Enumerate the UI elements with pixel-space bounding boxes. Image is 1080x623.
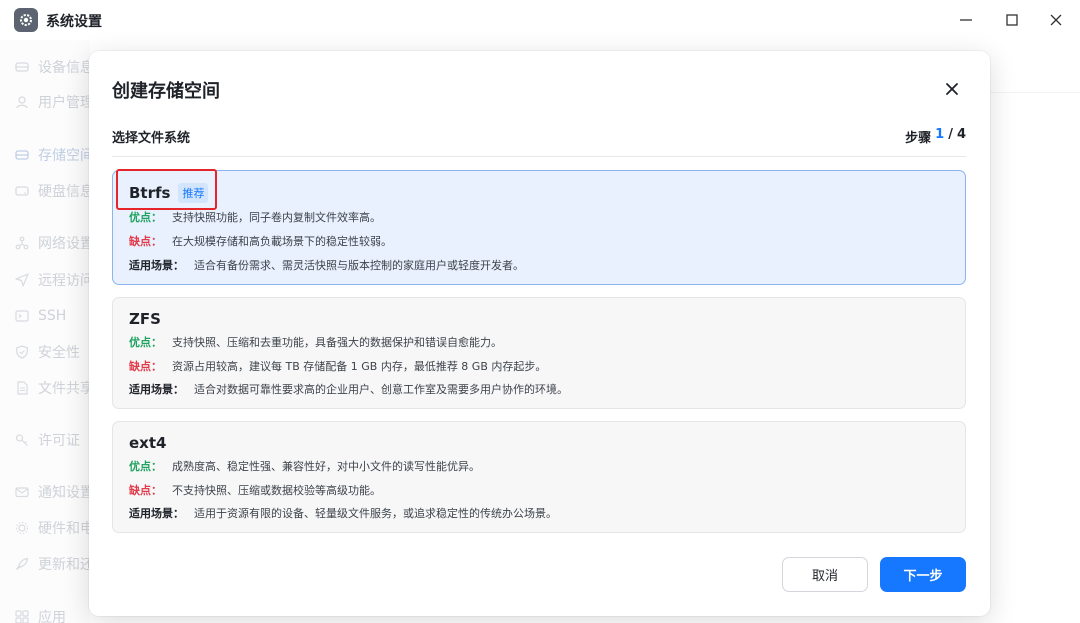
option-use: 适用场景： 适用于资源有限的设备、轻量级文件服务，或追求稳定性的传统办公场景。 <box>129 505 557 521</box>
filesystem-option-btrfs[interactable]: Btrfs 推荐 优点： 支持快照功能，同子卷内复制文件效率高。 缺点： 在大规模存… <box>112 170 966 285</box>
step-separator: / <box>948 127 953 142</box>
divider <box>112 156 966 157</box>
filesystem-option-zfs[interactable]: ZFS 优点： 支持快照、压缩和去重功能，具备强大的数据保护和错误自愈能力。 缺点… <box>112 297 966 409</box>
title-bar: 系统设置 <box>0 0 1080 40</box>
pro-text: 支持快照功能，同子卷内复制文件效率高。 <box>172 211 381 224</box>
use-text: 适合有备份需求、需灵活快照与版本控制的家庭用户或轻度开发者。 <box>194 259 524 272</box>
close-window-button[interactable] <box>1042 8 1070 32</box>
use-label: 适用场景： <box>129 259 184 272</box>
minimize-button[interactable] <box>952 8 980 32</box>
option-pro: 优点： 支持快照、压缩和去重功能，具备强大的数据保护和错误自愈能力。 <box>129 334 502 350</box>
con-text: 资源占用较高，建议每 TB 存储配备 1 GB 内存，最低推荐 8 GB 内存起… <box>172 360 547 373</box>
use-text: 适合对数据可靠性要求高的企业用户、创意工作室及需要多用户协作的环境。 <box>194 383 568 396</box>
option-con: 缺点： 在大规模存储和高负載场景下的稳定性较弱。 <box>129 233 392 249</box>
step-total: 4 <box>956 127 966 142</box>
close-dialog-button[interactable] <box>941 78 963 100</box>
pro-text: 支持快照、压缩和去重功能，具备强大的数据保护和错误自愈能力。 <box>172 336 502 349</box>
con-text: 不支持快照、压缩或数据校验等高级功能。 <box>172 484 381 497</box>
option-name: ZFS <box>129 310 161 328</box>
close-window-icon <box>1050 14 1062 26</box>
use-text: 适用于资源有限的设备、轻量级文件服务，或追求稳定性的传统办公场景。 <box>194 507 557 520</box>
option-use: 适用场景： 适合对数据可靠性要求高的企业用户、创意工作室及需要多用户协作的环境。 <box>129 381 568 397</box>
dialog-title: 创建存储空间 <box>112 81 220 102</box>
pro-label: 优点： <box>129 460 162 473</box>
con-label: 缺点： <box>129 484 162 497</box>
use-label: 适用场景： <box>129 383 184 396</box>
con-label: 缺点： <box>129 360 162 373</box>
pro-label: 优点： <box>129 336 162 349</box>
next-step-button[interactable]: 下一步 <box>880 557 966 592</box>
option-name: ext4 <box>129 434 167 452</box>
option-con: 缺点： 不支持快照、压缩或数据校验等高级功能。 <box>129 482 381 498</box>
step-indicator: 步骤 1 / 4 <box>905 127 966 146</box>
con-label: 缺点： <box>129 235 162 248</box>
option-header: ZFS <box>129 310 161 328</box>
use-label: 适用场景： <box>129 507 184 520</box>
pro-label: 优点： <box>129 211 162 224</box>
option-pro: 优点： 成熟度高、稳定性强、兼容性好，对中小文件的读写性能优异。 <box>129 458 480 474</box>
step-current: 1 <box>935 127 945 142</box>
settings-gear-icon <box>14 8 38 32</box>
filesystem-option-ext4[interactable]: ext4 优点： 成熟度高、稳定性强、兼容性好，对中小文件的读写性能优异。 缺点：… <box>112 421 966 533</box>
maximize-button[interactable] <box>998 8 1026 32</box>
create-storage-dialog: 创建存储空间 选择文件系统 步骤 1 / 4 Btrfs 推荐 优点： 支持快照功… <box>89 51 990 616</box>
step-prefix: 步骤 <box>905 131 932 146</box>
window-title: 系统设置 <box>46 14 102 30</box>
pro-text: 成熟度高、稳定性强、兼容性好，对中小文件的读写性能优异。 <box>172 460 480 473</box>
option-use: 适用场景： 适合有备份需求、需灵活快照与版本控制的家庭用户或轻度开发者。 <box>129 257 524 273</box>
section-label: 选择文件系统 <box>112 131 191 146</box>
cancel-button[interactable]: 取消 <box>782 557 868 592</box>
option-header: ext4 <box>129 434 166 452</box>
con-text: 在大规模存储和高负載场景下的稳定性较弱。 <box>172 235 392 248</box>
option-pro: 优点： 支持快照功能，同子卷内复制文件效率高。 <box>129 209 381 225</box>
minimize-icon <box>960 19 972 21</box>
option-con: 缺点： 资源占用较高，建议每 TB 存储配备 1 GB 内存，最低推荐 8 GB … <box>129 358 546 374</box>
maximize-icon <box>1006 14 1018 26</box>
highlight-annotation-box <box>116 169 217 210</box>
close-icon <box>946 83 958 95</box>
